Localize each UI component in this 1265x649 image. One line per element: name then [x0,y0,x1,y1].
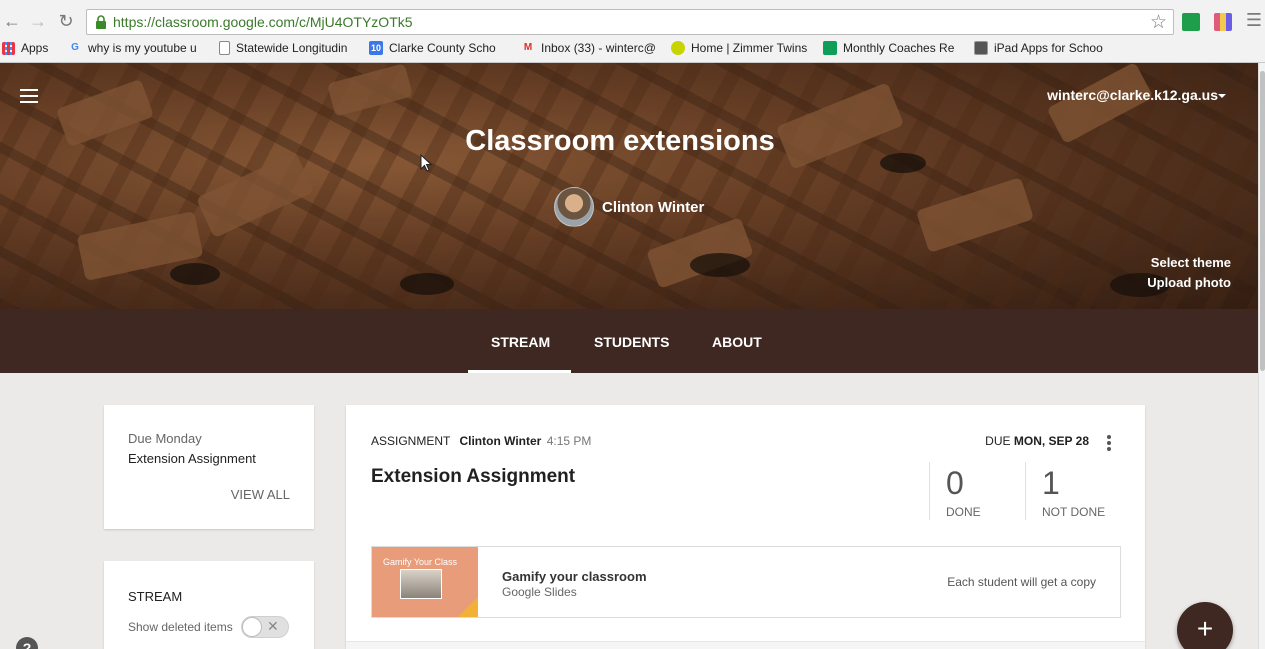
teacher-info: Clinton Winter [554,187,704,227]
active-tab-indicator [468,370,571,373]
chrome-menu-icon[interactable]: ☰ [1244,10,1264,30]
due-label: Due Monday [128,431,202,446]
bookmark-ipad-apps[interactable]: iPad Apps for Schoo [974,41,1110,55]
hamburger-menu-icon[interactable] [20,89,38,103]
back-icon[interactable]: ← [2,11,22,31]
class-tab-bar: STREAM STUDENTS ABOUT [0,309,1258,373]
select-theme-link[interactable]: Select theme [1151,255,1231,270]
gmail-icon: M [523,42,533,53]
apps-grid-icon [2,41,15,55]
tab-students[interactable]: STUDENTS [594,334,669,350]
lock-icon [96,15,106,29]
bookmark-youtube-search[interactable]: G why is my youtube u [68,41,206,55]
document-icon [219,41,230,55]
account-dropdown-icon[interactable] [1218,94,1226,98]
upcoming-card: Due Monday Extension Assignment VIEW ALL [104,405,314,529]
close-icon: ✕ [267,618,279,634]
page-scrollbar[interactable] [1258,63,1265,649]
attachment-item[interactable]: Gamify Your Class Gamify your classroom … [371,546,1121,618]
thumbnail-title: Gamify Your Class [382,557,458,567]
attachment-title[interactable]: Gamify your classroom [502,569,647,584]
post-time: 4:15 PM [546,434,592,448]
show-deleted-toggle[interactable]: ✕ [241,616,289,638]
post-author: Clinton Winter [459,434,542,448]
slides-thumbnail: Gamify Your Class [372,547,478,617]
sheets-icon [823,41,837,55]
bookmarks-bar: Apps G why is my youtube u Statewide Lon… [0,38,1265,60]
show-deleted-label: Show deleted items [128,620,233,634]
upload-photo-link[interactable]: Upload photo [1147,275,1231,290]
toggle-knob [242,617,262,637]
bookmark-monthly-coaches[interactable]: Monthly Coaches Re [823,41,959,55]
post-footer [346,641,1145,649]
avatar [554,187,594,227]
attachment-copy-note: Each student will get a copy [947,575,1096,589]
browser-chrome: ← → ↻ https://classroom.google.com/c/MjU… [0,0,1265,63]
due-prefix: DUE [985,434,1011,448]
mouse-cursor-icon [420,154,432,172]
done-label: DONE [946,505,981,519]
teacher-name: Clinton Winter [602,198,705,216]
attachment-type: Google Slides [502,585,577,599]
stat-divider [929,462,930,520]
post-type: ASSIGNMENT [371,434,451,448]
add-post-button[interactable]: + [1177,602,1233,649]
post-title[interactable]: Extension Assignment [371,466,575,488]
tab-about[interactable]: ABOUT [712,334,762,350]
bookmark-clarke-county[interactable]: 10 Clarke County Scho [369,41,506,55]
assignment-post-card: ASSIGNMENT Clinton Winter 4:15 PM DUE MO… [346,405,1145,649]
class-title: Classroom extensions [465,125,775,157]
help-icon[interactable]: ? [16,637,38,649]
not-done-count[interactable]: 1 [1042,465,1060,502]
thumbnail-image [400,569,442,599]
stream-settings-card: STREAM Show deleted items ✕ [104,561,314,649]
post-due-date: DUE MON, SEP 28 [985,434,1089,448]
bookmark-apps[interactable]: Apps [2,41,48,55]
forward-icon[interactable]: → [28,11,48,31]
due-date-value: MON, SEP 28 [1013,434,1089,448]
google-icon: G [71,42,79,53]
address-bar[interactable]: https://classroom.google.com/c/MjU4OTYzO… [86,9,1174,35]
url-text: https://classroom.google.com/c/MjU4OTYzO… [113,14,413,30]
class-header-banner: winterc@clarke.k12.ga.us Classroom exten… [0,63,1258,309]
not-done-label: NOT DONE [1042,505,1106,519]
stream-settings-title: STREAM [128,589,183,604]
done-count[interactable]: 0 [946,465,964,502]
tab-stream[interactable]: STREAM [491,334,550,350]
zimmer-icon [671,41,685,55]
bookmark-zimmer-twins[interactable]: Home | Zimmer Twins [671,41,807,55]
classroom-extension-icon[interactable] [1182,13,1200,31]
more-options-icon[interactable] [1107,435,1111,451]
account-email[interactable]: winterc@clarke.k12.ga.us [1047,87,1218,103]
thumbnail-accent [458,597,478,617]
reload-icon[interactable]: ↻ [56,11,76,31]
bookmark-inbox[interactable]: M Inbox (33) - winterc@ [521,41,657,55]
stat-divider [1025,462,1026,520]
bookmark-image-icon [974,41,988,55]
bookmark-star-icon[interactable]: ☆ [1150,11,1167,34]
post-meta: ASSIGNMENT Clinton Winter 4:15 PM [371,434,591,448]
scrollbar-thumb[interactable] [1260,71,1265,371]
extension-icon[interactable] [1214,13,1232,31]
due-assignment-link[interactable]: Extension Assignment [128,451,256,466]
calendar-icon: 10 [369,41,383,55]
view-all-button[interactable]: VIEW ALL [231,487,290,502]
bookmark-statewide[interactable]: Statewide Longitudin [219,41,355,55]
address-row: ← → ↻ https://classroom.google.com/c/MjU… [0,6,1265,38]
